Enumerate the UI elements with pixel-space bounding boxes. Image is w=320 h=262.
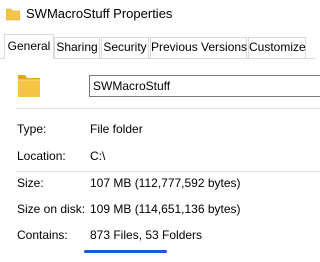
tab-sharing[interactable]: Sharing xyxy=(54,37,100,58)
divider xyxy=(16,171,320,172)
divider xyxy=(16,108,320,109)
contains-label: Contains: xyxy=(17,228,68,242)
tab-general[interactable]: General xyxy=(4,34,54,59)
folder-name-input[interactable]: SWMacroStuff xyxy=(89,75,320,97)
contains-value: 873 Files, 53 Folders xyxy=(90,228,203,242)
tab-customize[interactable]: Customize xyxy=(248,37,306,58)
size-on-disk-value: 109 MB (114,651,136 bytes) xyxy=(90,202,241,216)
tab-strip: General Sharing Security Previous Versio… xyxy=(0,34,315,59)
title-bar: SWMacroStuff Properties xyxy=(0,0,315,30)
contains-highlight-underline xyxy=(84,250,167,253)
location-label: Location: xyxy=(17,149,66,163)
general-panel: SWMacroStuff Type: File folder Location:… xyxy=(0,58,320,262)
size-on-disk-label: Size on disk: xyxy=(17,202,86,216)
tab-previous-versions[interactable]: Previous Versions xyxy=(150,37,247,58)
folder-icon xyxy=(6,8,20,21)
size-label: Size: xyxy=(17,176,44,190)
location-value: C:\ xyxy=(90,149,106,163)
size-value: 107 MB (112,777,592 bytes) xyxy=(90,176,241,190)
folder-icon xyxy=(18,75,40,97)
window-title: SWMacroStuff Properties xyxy=(26,6,173,21)
type-label: Type: xyxy=(17,122,47,136)
tab-security[interactable]: Security xyxy=(101,37,149,58)
type-value: File folder xyxy=(90,122,143,136)
